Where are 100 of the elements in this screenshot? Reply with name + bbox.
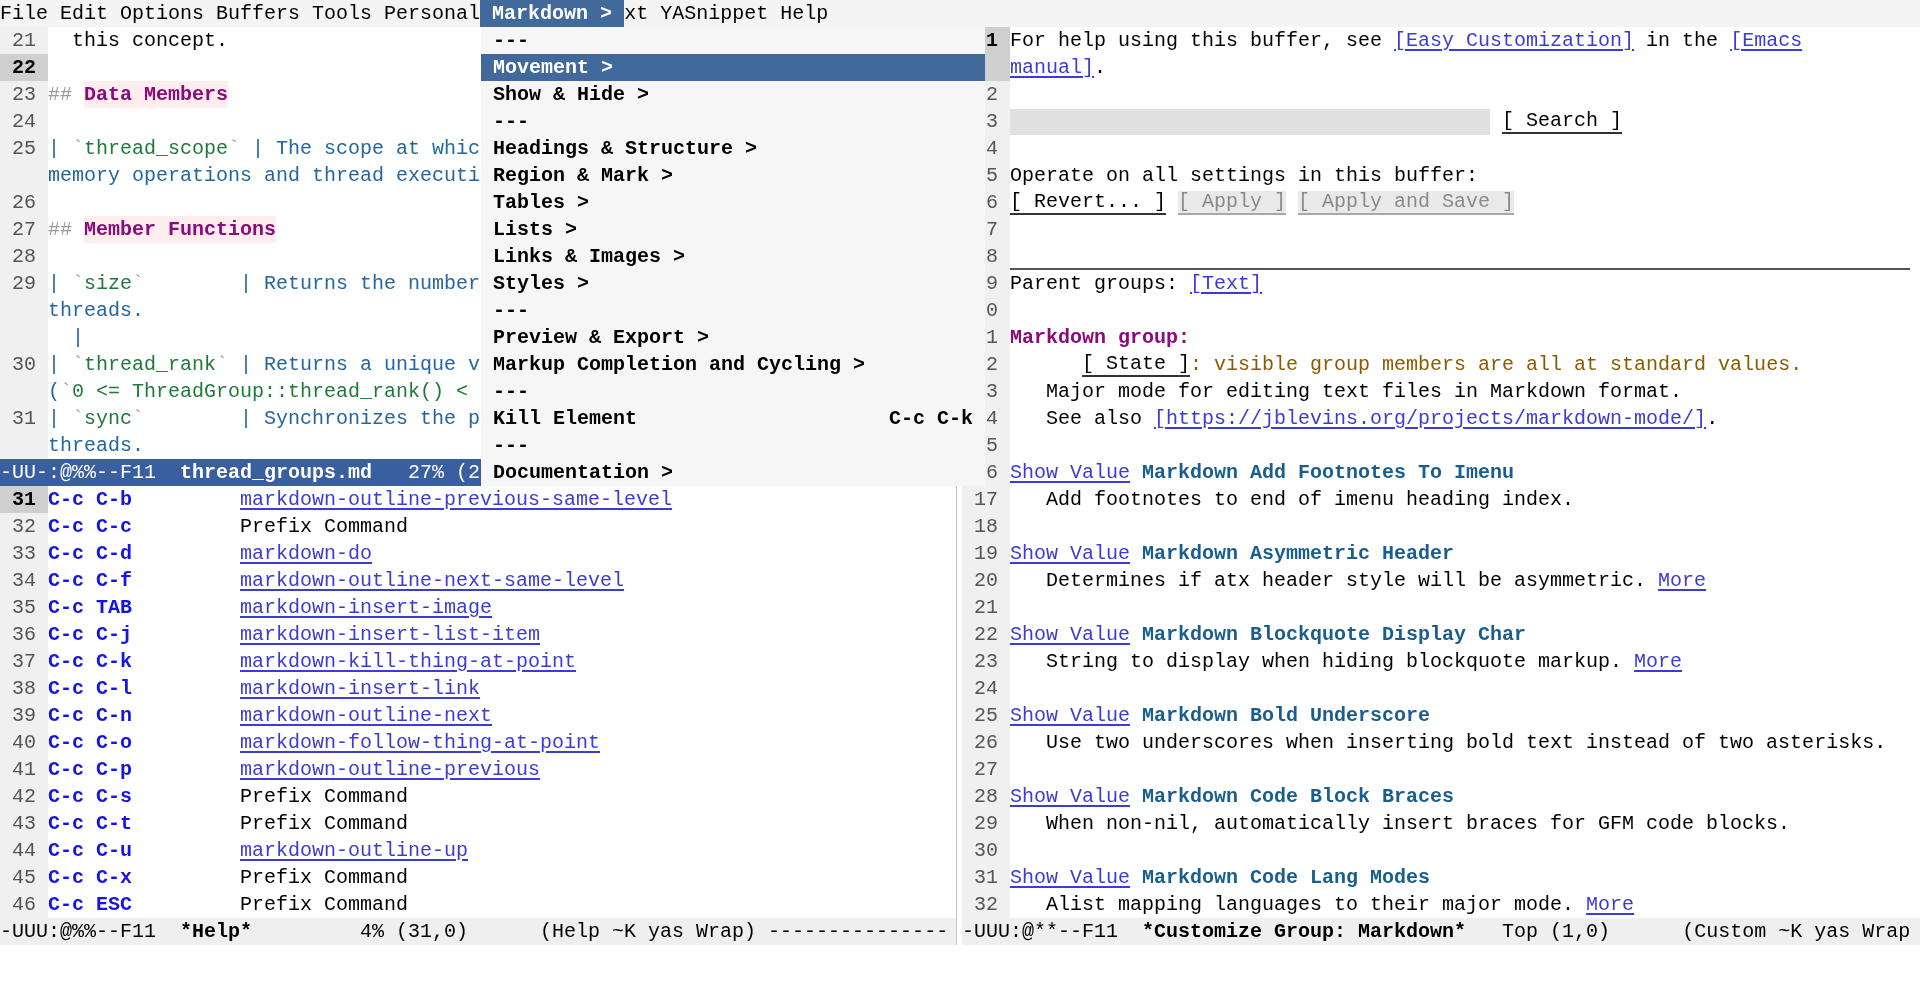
- key-binding: C-c C-x: [48, 865, 132, 891]
- key-binding: C-c C-t: [48, 811, 132, 837]
- menu-bar-item[interactable]: Help: [780, 0, 829, 27]
- command-link[interactable]: markdown-outline-next-same-level: [240, 567, 625, 594]
- line-number: 42: [12, 784, 36, 810]
- menu-item[interactable]: Lists >: [481, 216, 985, 243]
- menu-bar-item[interactable]: Buffers: [216, 0, 301, 27]
- source-line: ## Data Members: [48, 81, 229, 108]
- description-text: Alist mapping languages to their major mode.: [1046, 892, 1575, 918]
- key-binding: C-c C-s: [48, 784, 132, 810]
- source-line: | `thread_rank` | Returns a unique v: [48, 352, 481, 378]
- option-name: Markdown Code Lang Modes: [1142, 865, 1431, 891]
- search-field[interactable]: [1010, 108, 1490, 135]
- menu-bar-item[interactable]: Markdown >: [480, 0, 625, 27]
- link[interactable]: [Text]: [1190, 272, 1263, 295]
- menu-item[interactable]: ---: [481, 297, 985, 324]
- option-name: Markdown Add Footnotes To Imenu: [1142, 460, 1515, 486]
- key-binding: C-c TAB: [48, 595, 132, 621]
- line-number: 34: [12, 568, 36, 594]
- widget-button[interactable]: [ Search ]: [1502, 109, 1623, 134]
- command-text: Prefix Command: [240, 514, 409, 540]
- line-number: 5: [986, 433, 998, 459]
- menu-item[interactable]: Tables >: [481, 189, 985, 216]
- command-link[interactable]: markdown-outline-previous: [240, 756, 541, 783]
- link[interactable]: manual]: [1010, 56, 1094, 79]
- line-number: 24: [974, 676, 998, 702]
- menu-item[interactable]: Movement >: [481, 54, 985, 81]
- link[interactable]: Show Value: [1010, 540, 1131, 567]
- menu-bar-item[interactable]: Options: [120, 0, 205, 27]
- line-number: 21: [974, 595, 998, 621]
- option-name: Markdown Bold Underscore: [1142, 703, 1431, 729]
- line-number: 0: [986, 298, 998, 324]
- line-number: 3: [986, 379, 998, 405]
- link[interactable]: Show Value: [1010, 459, 1131, 486]
- line-number: 29: [12, 271, 36, 297]
- key-binding: C-c C-f: [48, 568, 132, 594]
- line-number: 29: [974, 811, 998, 837]
- menu-item[interactable]: Headings & Structure >: [481, 135, 985, 162]
- command-link[interactable]: markdown-outline-up: [240, 837, 469, 864]
- option-name: Markdown Asymmetric Header: [1142, 541, 1455, 567]
- line-number: 6: [986, 460, 998, 486]
- help-text: For help using this buffer, see [Easy Customization] in the [Emacs: [1010, 28, 1803, 54]
- widget-button[interactable]: [ State ]: [1082, 352, 1191, 377]
- link[interactable]: [Easy Customization]: [1394, 29, 1635, 52]
- menu-item[interactable]: ---: [481, 108, 985, 135]
- key-binding: C-c C-c: [48, 514, 132, 540]
- line-number: 1: [986, 325, 998, 351]
- menu-bar-item[interactable]: Edit: [60, 0, 109, 27]
- link[interactable]: More: [1658, 567, 1707, 594]
- command-link[interactable]: markdown-outline-previous-same-level: [240, 486, 673, 513]
- description-text: Determines if atx header style will be asymmetric.: [1046, 568, 1647, 594]
- link[interactable]: Show Value: [1010, 783, 1131, 810]
- link[interactable]: Show Value: [1010, 702, 1131, 729]
- link[interactable]: More: [1586, 891, 1635, 918]
- menu-bar-item[interactable]: Personal: [384, 0, 481, 27]
- menu-item[interactable]: ---: [481, 378, 985, 405]
- menu-item[interactable]: Kill Element C-c C-k: [481, 405, 985, 432]
- menu-item[interactable]: Styles >: [481, 270, 985, 297]
- line-number: 21: [12, 28, 36, 54]
- link[interactable]: More: [1634, 648, 1683, 675]
- source-line: | `sync` | Synchronizes the p: [48, 406, 481, 432]
- key-binding: C-c C-n: [48, 703, 132, 729]
- command-link[interactable]: markdown-outline-next: [240, 702, 493, 729]
- help-text: Parent groups: [Text]: [1010, 271, 1263, 297]
- command-link[interactable]: markdown-follow-thing-at-point: [240, 729, 601, 756]
- line-number: 8: [986, 244, 998, 270]
- menu-bar-item[interactable]: YASnippet: [660, 0, 769, 27]
- menu-item[interactable]: Links & Images >: [481, 243, 985, 270]
- line-number: 27: [12, 217, 36, 243]
- menu-item[interactable]: Region & Mark >: [481, 162, 985, 189]
- menu-bar-item[interactable]: Tools: [312, 0, 373, 27]
- line-number: 41: [12, 757, 36, 783]
- link[interactable]: [https://jblevins.org/projects/markdown-mode/]: [1154, 407, 1707, 430]
- command-text: Prefix Command: [240, 865, 409, 891]
- link[interactable]: Show Value: [1010, 621, 1131, 648]
- key-binding: C-c ESC: [48, 892, 132, 918]
- menu-item[interactable]: Preview & Export >: [481, 324, 985, 351]
- menu-bar-item[interactable]: xt: [624, 0, 649, 27]
- line-number: 4: [986, 406, 998, 432]
- key-binding: C-c C-u: [48, 838, 132, 864]
- widget-button[interactable]: [ Revert... ]: [1010, 190, 1167, 215]
- menu-bar-item[interactable]: File: [0, 0, 48, 27]
- line-number: 19: [974, 541, 998, 567]
- command-link[interactable]: markdown-do: [240, 540, 373, 567]
- line-number: 43: [12, 811, 36, 837]
- source-line: | `size` | Returns the number: [48, 271, 481, 297]
- command-link[interactable]: markdown-kill-thing-at-point: [240, 648, 577, 675]
- command-link[interactable]: markdown-insert-image: [240, 594, 493, 621]
- key-binding: C-c C-b: [48, 487, 132, 513]
- source-line: threads.: [48, 298, 144, 324]
- help-text: Major mode for editing text files in Markdown format.: [1046, 379, 1683, 405]
- link[interactable]: [Emacs: [1730, 29, 1803, 52]
- menu-item[interactable]: ---: [481, 432, 985, 459]
- line-number: 23: [12, 82, 36, 108]
- link[interactable]: Show Value: [1010, 864, 1131, 891]
- menu-item[interactable]: Markup Completion and Cycling >: [481, 351, 985, 378]
- command-link[interactable]: markdown-insert-link: [240, 675, 481, 702]
- command-link[interactable]: markdown-insert-list-item: [240, 621, 541, 648]
- menu-item[interactable]: Show & Hide >: [481, 81, 985, 108]
- source-line: (`0 <= ThreadGroup::thread_rank() <: [48, 379, 469, 405]
